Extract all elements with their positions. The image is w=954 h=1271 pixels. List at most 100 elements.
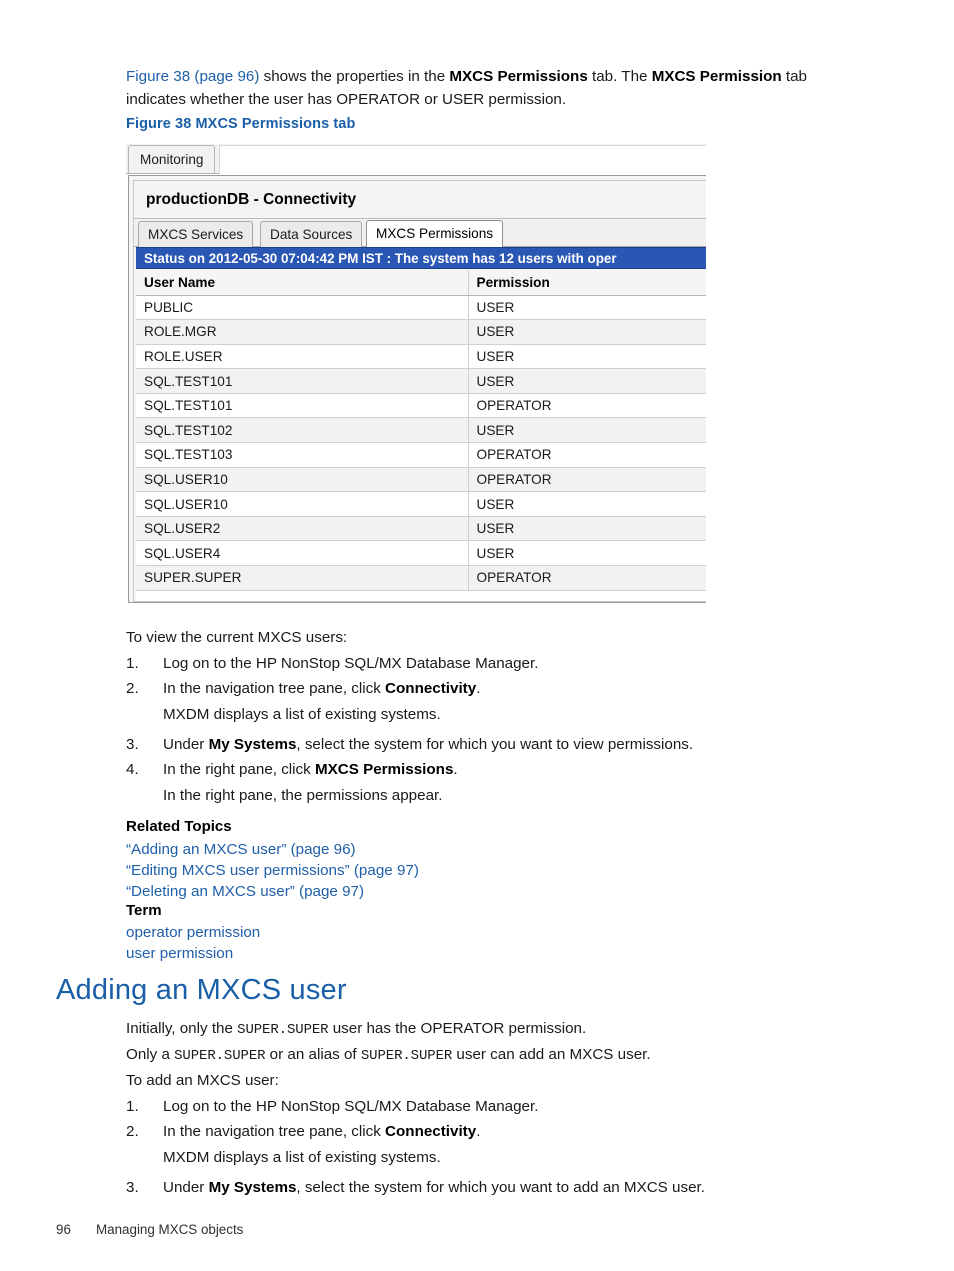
- list-item: 1. Log on to the HP NonStop SQL/MX Databa…: [126, 1095, 868, 1118]
- figure-screenshot: Monitoring productionDB - Connectivity M…: [126, 144, 706, 605]
- step-number: 3.: [126, 736, 139, 753]
- tab-monitoring[interactable]: Monitoring: [128, 145, 216, 173]
- cell-permission: OPERATOR: [467, 393, 706, 419]
- related-link-adding-user[interactable]: “Adding an MXCS user” (page 96): [126, 839, 419, 860]
- table-row[interactable]: SQL.USER4 USER: [136, 540, 706, 567]
- step-text: In the navigation tree pane, click: [163, 1123, 386, 1140]
- panel-tab-strip: MXCS Services Data Sources MXCS Permissi…: [134, 220, 706, 247]
- paragraph-text: user can add an MXCS user.: [452, 1046, 651, 1063]
- document-page: Figure 38 (page 96) shows the properties…: [0, 0, 954, 1271]
- cell-user-name: SUPER.SUPER: [136, 565, 468, 591]
- code-super-super: SUPER.SUPER: [237, 1022, 329, 1038]
- table-row[interactable]: SQL.TEST101 OPERATOR: [136, 393, 706, 419]
- page-footer: 96 Managing MXCS objects: [56, 1222, 243, 1237]
- permissions-table-container: User Name Permission PUBLIC USER ROLE.MGR…: [136, 270, 706, 601]
- list-item: 3. Under My Systems, select the system fo…: [126, 1176, 868, 1199]
- footer-page-number: 96: [56, 1222, 71, 1237]
- table-row[interactable]: SQL.USER2 USER: [136, 516, 706, 542]
- term-link-operator-permission[interactable]: operator permission: [126, 922, 260, 943]
- step-text-after: .: [453, 761, 458, 778]
- cell-user-name: SQL.USER10: [136, 491, 468, 517]
- table-row[interactable]: PUBLIC USER: [136, 295, 706, 321]
- term-link-user-permission[interactable]: user permission: [126, 943, 260, 964]
- table-row[interactable]: SQL.USER10 OPERATOR: [136, 467, 706, 493]
- related-link-deleting-user[interactable]: “Deleting an MXCS user” (page 97): [126, 881, 419, 902]
- intro-paragraph: Figure 38 (page 96) shows the properties…: [126, 65, 868, 111]
- view-procedure-steps: 1. Log on to the HP NonStop SQL/MX Databa…: [126, 652, 868, 809]
- step-bold: MXCS Permissions: [314, 761, 454, 778]
- table-row[interactable]: SQL.TEST101 USER: [136, 368, 706, 394]
- cell-user-name: ROLE.MGR: [136, 319, 468, 345]
- outer-tab-bar: Monitoring: [126, 144, 706, 174]
- status-bar: Status on 2012-05-30 07:04:42 PM IST : T…: [136, 247, 706, 269]
- column-header-user-name[interactable]: User Name: [136, 270, 468, 296]
- code-super-super: SUPER.SUPER: [360, 1048, 453, 1064]
- connectivity-panel: productionDB - Connectivity MXCS Service…: [128, 175, 706, 603]
- list-item: 2. In the navigation tree pane, click Con…: [126, 1120, 868, 1169]
- cell-permission: USER: [467, 516, 706, 542]
- cell-permission: USER: [467, 417, 706, 444]
- cell-user-name: PUBLIC: [136, 295, 468, 321]
- step-text-after: .: [476, 1123, 481, 1140]
- related-link-editing-permissions[interactable]: “Editing MXCS user permissions” (page 97…: [126, 860, 419, 881]
- paragraph-text: user has the OPERATOR permission.: [328, 1020, 587, 1037]
- code-super-super: SUPER.SUPER: [174, 1048, 266, 1064]
- cell-permission: OPERATOR: [467, 467, 706, 493]
- step-number: 2.: [126, 1123, 139, 1140]
- column-header-permission[interactable]: Permission: [467, 270, 706, 296]
- list-item: 2. In the navigation tree pane, click Con…: [126, 677, 868, 726]
- cell-permission: USER: [467, 344, 706, 370]
- table-row[interactable]: ROLE.MGR USER: [136, 319, 706, 345]
- permissions-table: User Name Permission PUBLIC USER ROLE.MGR…: [136, 270, 706, 591]
- outer-tab-bar-filler: [219, 145, 706, 174]
- cell-permission: OPERATOR: [467, 565, 706, 591]
- term-links: operator permission user permission: [126, 922, 260, 964]
- intro-bold-1: MXCS Permissions: [449, 68, 588, 86]
- paragraph-text: or an alias of: [265, 1046, 361, 1063]
- cell-user-name: SQL.TEST102: [136, 417, 468, 444]
- related-topics-links: “Adding an MXCS user” (page 96) “Editing…: [126, 839, 419, 902]
- cell-user-name: SQL.USER4: [136, 540, 468, 567]
- step-bold: Connectivity: [385, 1123, 477, 1140]
- step-text: Log on to the HP NonStop SQL/MX Database…: [163, 1098, 539, 1115]
- step-text: In the navigation tree pane, click: [163, 680, 386, 697]
- step-text: In the right pane, click: [163, 761, 315, 778]
- permissions-table-body: PUBLIC USER ROLE.MGR USER ROLE.USER USER SQ…: [136, 295, 706, 591]
- panel-title: productionDB - Connectivity: [134, 181, 706, 219]
- table-row[interactable]: SQL.USER10 USER: [136, 491, 706, 517]
- footer-chapter-title: Managing MXCS objects: [96, 1222, 244, 1237]
- tab-data-sources[interactable]: Data Sources: [260, 221, 363, 247]
- cell-user-name: SQL.USER2: [136, 516, 468, 542]
- table-row[interactable]: ROLE.USER USER: [136, 344, 706, 370]
- table-row[interactable]: SQL.TEST102 USER: [136, 417, 706, 444]
- list-item: 3. Under My Systems, select the system fo…: [126, 733, 868, 756]
- paragraph-text: Only a: [126, 1046, 175, 1063]
- paragraph-text: Initially, only the: [126, 1020, 238, 1037]
- cell-user-name: SQL.TEST103: [136, 442, 468, 468]
- cell-permission: OPERATOR: [467, 442, 706, 468]
- related-topics-heading: Related Topics: [126, 818, 232, 835]
- cell-user-name: SQL.TEST101: [136, 393, 468, 419]
- table-row[interactable]: SQL.TEST103 OPERATOR: [136, 442, 706, 468]
- cell-permission: USER: [467, 368, 706, 394]
- intro-text-1: shows the properties in the: [259, 68, 450, 86]
- table-header-row: User Name Permission: [136, 270, 706, 296]
- add-procedure-steps: 1. Log on to the HP NonStop SQL/MX Databa…: [126, 1095, 868, 1201]
- table-row[interactable]: SUPER.SUPER OPERATOR: [136, 565, 706, 591]
- section-heading-adding-mxcs-user: Adding an MXCS user: [56, 974, 347, 1006]
- section-paragraph-2: Only a SUPER.SUPER or an alias of SUPER.…: [126, 1043, 651, 1068]
- step-text: Log on to the HP NonStop SQL/MX Database…: [163, 655, 539, 672]
- step-subtext: In the right pane, the permissions appea…: [163, 787, 443, 804]
- step-bold: My Systems: [208, 1179, 297, 1196]
- figure-cross-reference-link[interactable]: Figure 38 (page 96): [126, 68, 259, 85]
- step-number: 1.: [126, 655, 139, 672]
- cell-user-name: SQL.USER10: [136, 467, 468, 493]
- tab-mxcs-services[interactable]: MXCS Services: [138, 221, 254, 247]
- step-text: Under: [163, 1179, 209, 1196]
- cell-user-name: ROLE.USER: [136, 344, 468, 370]
- tab-mxcs-permissions[interactable]: MXCS Permissions: [366, 220, 504, 247]
- step-text: Under: [163, 736, 209, 753]
- step-number: 3.: [126, 1179, 139, 1196]
- list-item: 4. In the right pane, click MXCS Permissi…: [126, 758, 868, 807]
- intro-text-2: tab. The: [587, 68, 652, 86]
